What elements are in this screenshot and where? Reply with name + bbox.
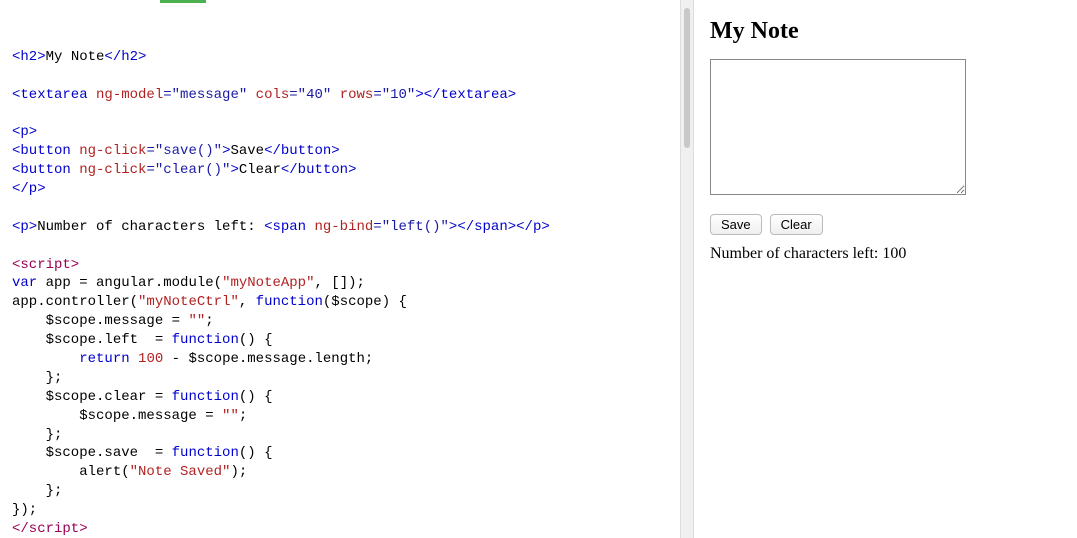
- code-token: ="message": [163, 87, 247, 103]
- code-token: ></textarea>: [415, 87, 516, 103]
- code-token: ="clear()": [146, 162, 230, 178]
- code-token: <button: [12, 143, 71, 159]
- code-token: ;: [205, 313, 213, 329]
- code-token: };: [12, 370, 62, 386]
- code-token: ;: [239, 408, 247, 424]
- code-token: >: [230, 162, 238, 178]
- code-token: Number of characters left:: [37, 219, 264, 235]
- code-token: Clear: [239, 162, 281, 178]
- code-token: app.controller(: [12, 294, 138, 310]
- code-token: "Note Saved": [130, 464, 231, 480]
- code-token: $scope.left =: [12, 332, 172, 348]
- code-token: );: [230, 464, 247, 480]
- code-token: [130, 351, 138, 367]
- code-token: "myNoteApp": [222, 275, 314, 291]
- code-token: </script>: [12, 521, 88, 537]
- code-token: function: [256, 294, 323, 310]
- active-tab-indicator: [160, 0, 206, 3]
- code-token: , []);: [314, 275, 364, 291]
- code-token: <p>: [12, 124, 37, 140]
- code-token: () {: [239, 445, 273, 461]
- code-token: [12, 351, 79, 367]
- code-token: alert(: [12, 464, 130, 480]
- code-token: </h2>: [104, 49, 146, 65]
- code-token: ng-bind: [306, 219, 373, 235]
- code-token: cols: [247, 87, 289, 103]
- scrollbar-thumb[interactable]: [684, 8, 690, 148]
- code-token: ng-model: [88, 87, 164, 103]
- note-textarea[interactable]: [710, 59, 966, 195]
- code-token: $scope.save =: [12, 445, 172, 461]
- code-token: <h2>: [12, 49, 46, 65]
- code-token: app = angular.module(: [37, 275, 222, 291]
- code-token: };: [12, 483, 62, 499]
- code-token: Save: [230, 143, 264, 159]
- code-token: $scope.message =: [12, 408, 222, 424]
- code-token: ="10": [373, 87, 415, 103]
- code-token: "": [188, 313, 205, 329]
- preview-heading: My Note: [710, 18, 1061, 45]
- code-token: My Note: [46, 49, 105, 65]
- code-token: ></span>: [449, 219, 516, 235]
- code-token: function: [172, 332, 239, 348]
- preview-pane: My Note Save Clear Number of characters …: [694, 0, 1077, 538]
- code-token: function: [172, 389, 239, 405]
- chars-left-label: Number of characters left:: [710, 245, 882, 262]
- code-token: "": [222, 408, 239, 424]
- code-token: ng-click: [71, 143, 147, 159]
- code-editor[interactable]: <h2>My Note</h2> <textarea ng-model="mes…: [0, 0, 680, 538]
- code-token: <textarea: [12, 87, 88, 103]
- chars-left-row: Number of characters left: 100: [710, 245, 1061, 263]
- code-token: };: [12, 427, 62, 443]
- code-token: - $scope.message.length;: [163, 351, 373, 367]
- code-token: </button>: [264, 143, 340, 159]
- code-token: () {: [239, 332, 273, 348]
- clear-button[interactable]: Clear: [770, 214, 823, 235]
- code-token: var: [12, 275, 37, 291]
- code-token: <button: [12, 162, 71, 178]
- code-token: "myNoteCtrl": [138, 294, 239, 310]
- code-token: $scope.clear =: [12, 389, 172, 405]
- code-token: $scope.message =: [12, 313, 188, 329]
- code-token: <span: [264, 219, 306, 235]
- code-token: ="left()": [373, 219, 449, 235]
- code-token: ="save()": [146, 143, 222, 159]
- code-token: </button>: [281, 162, 357, 178]
- code-token: ng-click: [71, 162, 147, 178]
- code-token: });: [12, 502, 37, 518]
- pane-divider[interactable]: [680, 0, 694, 538]
- code-token: () {: [239, 389, 273, 405]
- code-token: ="40": [289, 87, 331, 103]
- save-button[interactable]: Save: [710, 214, 762, 235]
- code-token: function: [172, 445, 239, 461]
- code-token: 100: [138, 351, 163, 367]
- code-token: return: [79, 351, 129, 367]
- chars-left-value: 100: [882, 245, 906, 262]
- code-token: <p>: [12, 219, 37, 235]
- code-token: <script>: [12, 257, 79, 273]
- code-token: ($scope) {: [323, 294, 407, 310]
- code-token: ,: [239, 294, 256, 310]
- code-token: </p>: [516, 219, 550, 235]
- code-token: rows: [331, 87, 373, 103]
- code-token: </p>: [12, 181, 46, 197]
